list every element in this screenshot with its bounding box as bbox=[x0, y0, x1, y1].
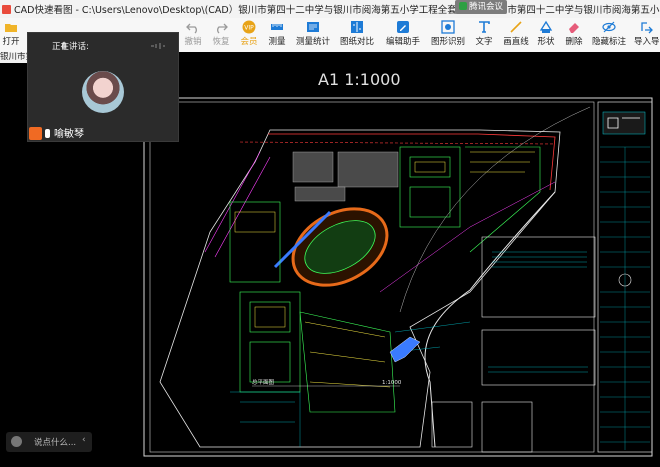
meeting-status-icon bbox=[459, 2, 467, 10]
window-title: CAD快速看图 - C:\Users\Lenovo\Desktop\(CAD）银… bbox=[0, 2, 660, 16]
shape-icon bbox=[539, 20, 553, 33]
folder-icon bbox=[5, 24, 17, 32]
import-export-icon bbox=[641, 22, 653, 34]
shape-recognition-label: 图形识别 bbox=[430, 37, 465, 47]
edit-assistant-label: 编辑助手 bbox=[385, 37, 420, 47]
hide-annotation-icon bbox=[602, 21, 616, 33]
draw-line-label: 画直线 bbox=[503, 37, 529, 47]
speaker-mic-icon bbox=[45, 129, 50, 138]
measure-button[interactable]: 测量 bbox=[266, 20, 288, 51]
chat-placeholder: 说点什么... bbox=[34, 438, 77, 448]
open-label: 打开 bbox=[2, 37, 20, 47]
delete-button[interactable]: 删除 bbox=[564, 20, 584, 51]
text-label: 文字 bbox=[475, 37, 493, 47]
plan-scale-label: 1:1000 bbox=[382, 380, 402, 386]
undo-label: 撤销 bbox=[184, 37, 202, 47]
title-bar: CAD快速看图 - C:\Users\Lenovo\Desktop\(CAD）银… bbox=[0, 0, 660, 19]
edit-assistant-button[interactable]: 编辑助手 bbox=[385, 20, 421, 51]
edit-assistant-icon bbox=[397, 21, 409, 33]
hide-annotation-label: 隐藏标注 bbox=[591, 37, 626, 47]
measure-icon bbox=[271, 24, 283, 30]
redo-icon bbox=[217, 23, 228, 34]
volume-bars-icon bbox=[151, 43, 165, 49]
compare-label: 图纸对比 bbox=[340, 37, 375, 47]
window-title-text: CAD快速看图 - C:\Users\Lenovo\Desktop\(CAD）银… bbox=[14, 5, 660, 16]
import-export-button[interactable]: 导入导出 bbox=[634, 20, 660, 51]
compare-icon bbox=[351, 21, 363, 33]
speaking-header: 正在讲话: bbox=[52, 42, 89, 52]
document-tab[interactable]: 银川市第 bbox=[0, 52, 30, 63]
svg-text:VIP: VIP bbox=[244, 25, 254, 32]
collapse-arrow-icon[interactable]: ‹ bbox=[82, 435, 86, 445]
measure-stats-icon bbox=[307, 22, 319, 32]
shape-recognition-icon bbox=[441, 20, 455, 34]
redo-button[interactable]: 恢复 bbox=[210, 20, 232, 51]
undo-button[interactable]: 撤销 bbox=[182, 20, 204, 51]
vip-label: 会员 bbox=[240, 37, 258, 47]
draw-line-button[interactable]: 画直线 bbox=[503, 20, 529, 51]
smile-icon[interactable] bbox=[11, 436, 22, 447]
chat-input[interactable]: 说点什么... ‹ bbox=[6, 432, 92, 452]
meeting-badge-label: 腾讯会议 bbox=[469, 2, 504, 12]
text-button[interactable]: 文字 bbox=[474, 20, 494, 51]
plan-label: 总平面图 bbox=[252, 378, 275, 386]
redo-label: 恢复 bbox=[212, 37, 230, 47]
speaking-panel[interactable]: 正在讲话: 喻敏琴 bbox=[27, 32, 179, 142]
shape-label: 形状 bbox=[537, 37, 555, 47]
person-icon bbox=[29, 127, 42, 140]
avatar bbox=[82, 71, 124, 113]
document-tab-label: 银川市第 bbox=[0, 52, 30, 62]
compare-button[interactable]: 图纸对比 bbox=[340, 20, 374, 51]
eraser-icon bbox=[569, 23, 579, 33]
vip-icon: VIP bbox=[242, 20, 256, 34]
undo-icon bbox=[186, 23, 197, 34]
vip-button[interactable]: VIP 会员 bbox=[238, 20, 260, 51]
tencent-meeting-badge[interactable]: 腾讯会议 bbox=[455, 0, 508, 14]
import-export-label: 导入导出 bbox=[634, 37, 660, 47]
line-icon bbox=[510, 21, 522, 33]
measure-label: 测量 bbox=[268, 37, 286, 47]
text-icon bbox=[479, 21, 490, 33]
shape-recognition-button[interactable]: 图形识别 bbox=[430, 20, 466, 51]
sheet-title: A1 1:1000 bbox=[318, 70, 401, 89]
shape-button[interactable]: 形状 bbox=[536, 20, 556, 51]
speaker-name-tag: 喻敏琴 bbox=[28, 125, 178, 141]
measure-stats-label: 测量统计 bbox=[295, 37, 330, 47]
open-button[interactable]: 打开 bbox=[0, 20, 22, 51]
delete-label: 删除 bbox=[565, 37, 583, 47]
hide-annotation-button[interactable]: 隐藏标注 bbox=[591, 20, 627, 51]
app-icon bbox=[2, 5, 11, 14]
measure-stats-button[interactable]: 测量统计 bbox=[292, 20, 334, 51]
speaker-name: 喻敏琴 bbox=[54, 129, 84, 140]
